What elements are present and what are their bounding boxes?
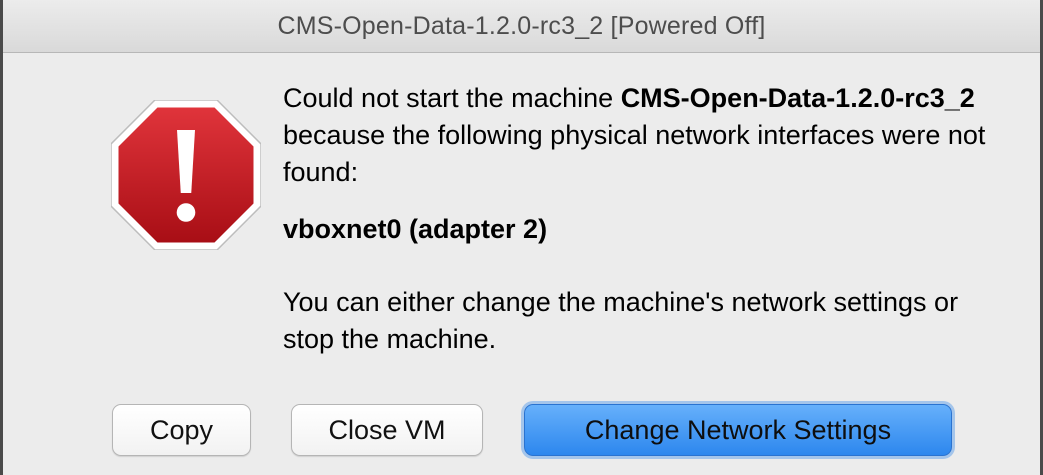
title-bar[interactable]: CMS-Open-Data-1.2.0-rc3_2 [Powered Off] bbox=[3, 0, 1040, 53]
dialog-window: CMS-Open-Data-1.2.0-rc3_2 [Powered Off] … bbox=[0, 0, 1043, 475]
copy-button[interactable]: Copy bbox=[112, 404, 251, 456]
message-text-prefix: Could not start the machine bbox=[283, 83, 621, 113]
message-text-suffix: because the following physical network i… bbox=[283, 120, 986, 187]
alert-stop-icon bbox=[111, 100, 261, 250]
message-paragraph-3: You can either change the machine's netw… bbox=[283, 287, 959, 354]
window-title: CMS-Open-Data-1.2.0-rc3_2 [Powered Off] bbox=[277, 11, 766, 40]
close-vm-button[interactable]: Close VM bbox=[291, 404, 483, 456]
machine-name: CMS-Open-Data-1.2.0-rc3_2 bbox=[620, 83, 975, 113]
missing-interface: vboxnet0 (adapter 2) bbox=[283, 214, 548, 244]
change-network-settings-button[interactable]: Change Network Settings bbox=[524, 404, 952, 456]
dialog-message: Could not start the machine CMS-Open-Dat… bbox=[283, 80, 1003, 358]
message-paragraph-1: Could not start the machine CMS-Open-Dat… bbox=[283, 80, 1003, 191]
